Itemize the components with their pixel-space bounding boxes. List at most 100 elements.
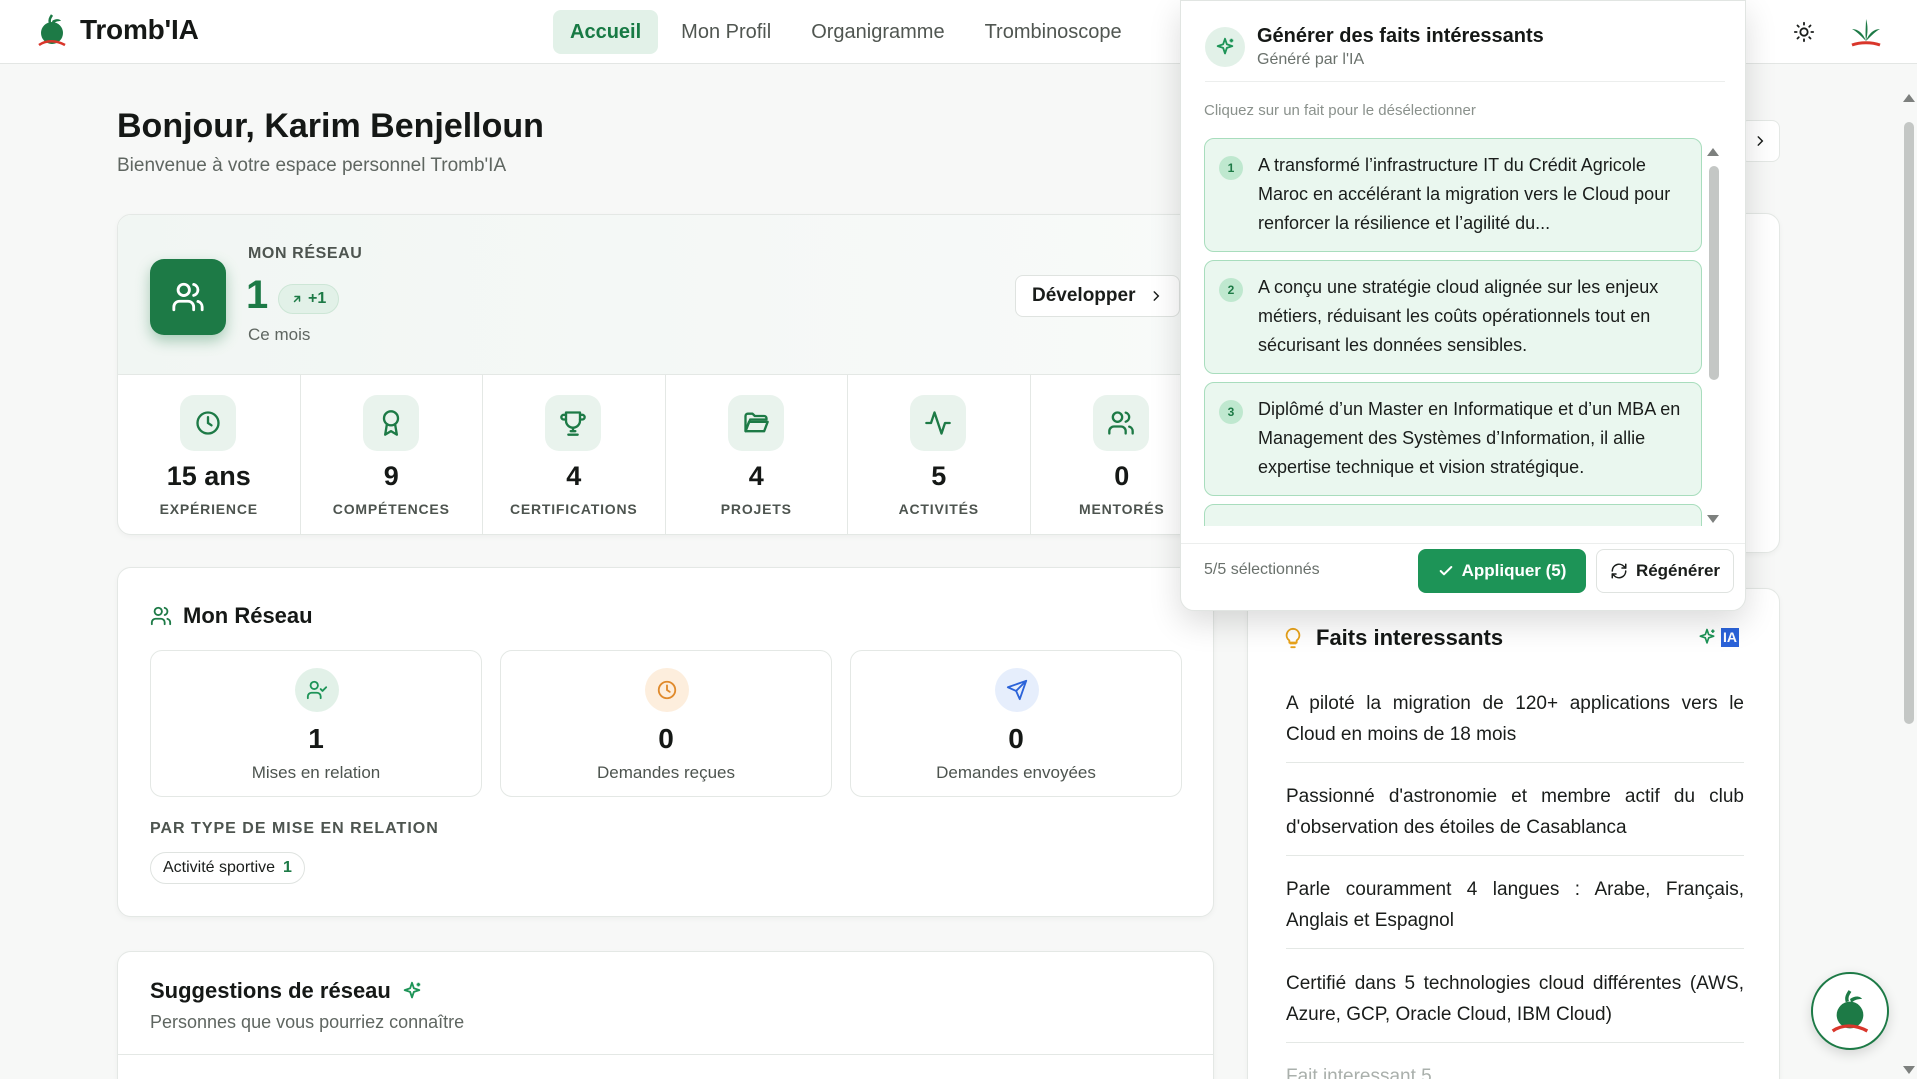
brand[interactable]: Tromb'IA: [36, 12, 199, 48]
list-scroll-up-arrow[interactable]: [1706, 144, 1720, 162]
stat-value: 4: [566, 461, 582, 491]
stat-competences: 9 COMPÉTENCES: [301, 375, 483, 534]
fact-text: A transformé l’infrastructure IT du Créd…: [1258, 155, 1671, 233]
users-icon: [171, 280, 205, 314]
apply-button-label: Appliquer (5): [1461, 561, 1567, 580]
tab-accueil[interactable]: Accueil: [553, 10, 659, 54]
sparkles-icon: [1697, 627, 1717, 647]
connections-box[interactable]: 1 Mises en relation: [150, 650, 482, 797]
suggestions-card: Suggestions de réseau Personnes que vous…: [117, 951, 1214, 1079]
stat-label: CERTIFICATIONS: [509, 501, 638, 517]
fact-text: A conçu une stratégie cloud alignée sur …: [1258, 277, 1659, 355]
users-icon: [1092, 395, 1149, 451]
fact-number: 2: [1219, 278, 1243, 302]
tab-mon-profil[interactable]: Mon Profil: [664, 10, 788, 54]
tab-organigramme[interactable]: Organigramme: [794, 10, 961, 54]
fact-text: Diplômé d’un Master en Informatique et d…: [1258, 399, 1681, 477]
stat-experience: 15 ans EXPÉRIENCE: [118, 375, 301, 534]
clock-icon: [180, 395, 236, 451]
connections-label: Mises en relation: [251, 763, 381, 782]
fact-number: 3: [1219, 400, 1243, 424]
sent-requests-box[interactable]: 0 Demandes envoyées: [850, 650, 1182, 797]
network-card: Mon Réseau 1 Mises en relation 0 Demande…: [117, 567, 1214, 917]
received-requests-box[interactable]: 0 Demandes reçues: [500, 650, 832, 797]
page-title: Bonjour, Karim Benjelloun: [117, 107, 544, 145]
tab-trombinoscope[interactable]: Trombinoscope: [968, 10, 1139, 54]
tomato-logo-icon: [1828, 987, 1872, 1035]
chevron-right-icon: [1753, 134, 1767, 148]
fact-item: A piloté la migration de 120+ applicatio…: [1286, 688, 1744, 763]
connections-value: 1: [308, 723, 324, 754]
scroll-up-arrow[interactable]: [1902, 90, 1916, 108]
received-requests-value: 0: [658, 723, 674, 754]
network-label: MON RÉSEAU: [248, 245, 363, 262]
fact-placeholder: Fait interessant 5: [1286, 1066, 1432, 1079]
list-scrollbar-thumb[interactable]: [1709, 166, 1719, 380]
scroll-down-arrow[interactable]: [1902, 1062, 1916, 1079]
type-chip-count: 1: [283, 859, 292, 876]
fact-item: Certifié dans 5 technologies cloud diffé…: [1286, 968, 1744, 1043]
page-subtitle: Bienvenue à votre espace personnel Tromb…: [117, 155, 507, 176]
network-count: 1: [246, 273, 269, 317]
popover-subtitle: Généré par l'IA: [1257, 51, 1365, 68]
stat-label: ACTIVITÉS: [898, 501, 979, 517]
activity-icon: [910, 395, 966, 451]
suggestions-title-text: Suggestions de réseau: [150, 978, 391, 1003]
arrow-up-right-icon: [291, 293, 303, 305]
develop-button-label: Développer: [1032, 285, 1136, 306]
clock-icon: [645, 668, 689, 712]
stats-row: 15 ans EXPÉRIENCE 9 COMPÉTENCES 4 CERTIF…: [118, 375, 1213, 534]
develop-button[interactable]: Développer: [1015, 275, 1181, 317]
network-card-title: Mon Réseau: [150, 603, 313, 629]
stat-value: 4: [748, 461, 764, 491]
by-type-label: PAR TYPE DE MISE EN RELATION: [150, 820, 439, 837]
facts-card: Faits interessants IA A piloté la migrat…: [1247, 588, 1780, 1079]
facts-title-text: Faits interessants: [1316, 625, 1504, 650]
type-chip-label: Activité sportive: [163, 859, 276, 876]
stat-value: 5: [931, 461, 947, 491]
network-period: Ce mois: [248, 325, 311, 344]
next-button[interactable]: [1740, 120, 1780, 162]
page-scrollbar-thumb[interactable]: [1904, 122, 1914, 724]
network-card-title-text: Mon Réseau: [183, 603, 313, 628]
facts-title: Faits interessants: [1282, 625, 1503, 651]
stat-value: 15 ans: [166, 461, 251, 491]
sent-requests-value: 0: [1008, 723, 1024, 754]
network-delta-badge: +1: [278, 284, 340, 314]
main-nav: Accueil Mon Profil Organigramme Trombino…: [553, 10, 1139, 54]
popover-hint: Cliquez sur un fait pour le désélectionn…: [1204, 102, 1476, 119]
ia-badge: IA: [1721, 627, 1739, 647]
network-summary-header: MON RÉSEAU 1 +1 Ce mois Développer: [118, 215, 1213, 375]
sparkles-icon: [401, 980, 423, 1002]
plant-logo-icon[interactable]: [1848, 14, 1884, 50]
generated-fact-item[interactable]: [1204, 504, 1702, 526]
lightbulb-icon: [1282, 625, 1304, 651]
suggestions-subtitle: Personnes que vous pourriez connaître: [150, 1012, 465, 1032]
generated-fact-item[interactable]: 1 A transformé l’infrastructure IT du Cr…: [1204, 138, 1702, 252]
sent-requests-label: Demandes envoyées: [936, 763, 1096, 782]
regenerate-button[interactable]: Régénérer: [1596, 549, 1734, 593]
generated-fact-item[interactable]: 2 A conçu une stratégie cloud alignée su…: [1204, 260, 1702, 374]
network-summary-card: MON RÉSEAU 1 +1 Ce mois Développer 15 an…: [117, 214, 1214, 535]
list-scroll-down-arrow[interactable]: [1706, 511, 1720, 529]
stat-label: PROJETS: [720, 501, 792, 517]
assistant-fab[interactable]: [1811, 972, 1889, 1050]
network-badge: [150, 259, 226, 335]
trophy-icon: [545, 395, 601, 451]
suggestions-title: Suggestions de réseau: [150, 978, 423, 1004]
generated-facts-list: 1 A transformé l’infrastructure IT du Cr…: [1204, 138, 1702, 526]
users-icon: [150, 605, 172, 627]
type-chip[interactable]: Activité sportive 1: [150, 852, 305, 884]
fact-number: 1: [1219, 156, 1243, 180]
facts-ai-button[interactable]: IA: [1697, 627, 1739, 647]
generated-fact-item[interactable]: 3 Diplômé d’un Master en Informatique et…: [1204, 382, 1702, 496]
stat-label: COMPÉTENCES: [332, 501, 450, 517]
sun-icon[interactable]: [1790, 18, 1818, 46]
regenerate-button-label: Régénérer: [1635, 561, 1721, 580]
stat-activites: 5 ACTIVITÉS: [848, 375, 1031, 534]
app-name: Tromb'IA: [80, 14, 199, 45]
network-delta-value: +1: [308, 290, 327, 307]
apply-button[interactable]: Appliquer (5): [1418, 549, 1586, 593]
sparkles-icon: [1205, 27, 1245, 67]
user-check-icon: [295, 668, 339, 712]
